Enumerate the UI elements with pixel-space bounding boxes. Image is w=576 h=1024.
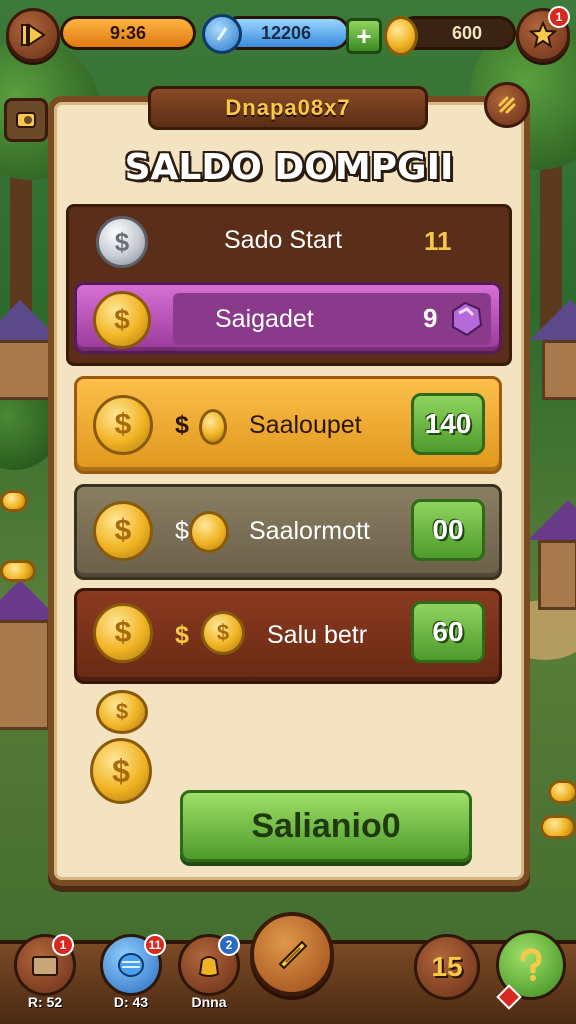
- energy-counter: 9:36: [60, 16, 196, 50]
- nav-label: R: 52: [27, 994, 63, 1010]
- row-value: 9: [423, 303, 438, 333]
- small-coin-icon: $: [201, 611, 245, 655]
- offer-row[interactable]: $ $ Saalormott 00: [74, 484, 502, 580]
- offer-price-symbol: $: [175, 517, 189, 545]
- play-icon: [21, 23, 46, 47]
- offer-value-button[interactable]: 60: [411, 601, 485, 663]
- question-icon: [520, 948, 542, 981]
- nav-badge: 1: [52, 934, 74, 956]
- nav-badge: 11: [144, 934, 166, 956]
- offer-row[interactable]: $ $ $ Salu betr 60: [74, 588, 502, 684]
- nav-label: Dnna: [191, 994, 227, 1010]
- nav-build-button[interactable]: [250, 912, 334, 996]
- gems-value: 12206: [260, 22, 312, 43]
- offer-value-button[interactable]: 00: [411, 499, 485, 561]
- blue-gem-icon: [118, 953, 144, 977]
- close-icon: [498, 96, 516, 114]
- pouch-icon: [198, 956, 220, 977]
- gold-coin-icon: $: [93, 501, 153, 561]
- coin-icon: [384, 16, 418, 56]
- offer-label: Saaloupet: [249, 411, 362, 439]
- offer-label: Saalormott: [249, 517, 370, 545]
- panel-title: SALDO DOMPGII: [124, 146, 454, 188]
- scroll-icon: [278, 940, 308, 970]
- close-button[interactable]: [484, 82, 530, 128]
- energy-value: 9:36: [109, 22, 147, 43]
- play-button[interactable]: [6, 8, 60, 62]
- add-gems-button[interactable]: +: [346, 18, 382, 54]
- offer-price-symbol: $: [175, 621, 189, 649]
- gold-coin-icon: $: [90, 738, 152, 804]
- purple-gem-icon: [452, 301, 483, 337]
- notification-badge: 1: [548, 6, 570, 28]
- chest-icon: [32, 956, 58, 976]
- scroll-icon: [16, 112, 36, 128]
- offer-row[interactable]: $ $ Saaloupet 140: [74, 376, 502, 474]
- offer-price-symbol: $: [175, 411, 189, 439]
- gem-icon: [202, 14, 242, 54]
- row-value: 11: [424, 226, 452, 256]
- panel-header-tab: Dnapa08x7: [148, 86, 428, 130]
- nav-level[interactable]: 15: [414, 934, 480, 1000]
- offer-label: Salu betr: [267, 621, 368, 649]
- gold-coin-icon: $: [93, 395, 153, 455]
- small-coin-icon: [189, 511, 229, 553]
- coin-stack-icon: $: [96, 690, 148, 734]
- nav-badge: 2: [218, 934, 240, 956]
- level-value: 15: [431, 951, 463, 982]
- balance-row-start: $ Sado Start 11: [78, 212, 500, 274]
- row-label: Saigadet: [215, 305, 314, 333]
- gold-coin-icon: $: [93, 291, 151, 349]
- offer-value-button[interactable]: 140: [411, 393, 485, 455]
- balance-row-saved: $ Saigadet 9: [74, 282, 502, 354]
- nav-label: D: 43: [113, 994, 149, 1010]
- silver-coin-icon: $: [96, 216, 148, 268]
- gold-coin-icon: $: [93, 603, 153, 663]
- top-hud: 9:36 12206 + 600 1: [0, 6, 576, 62]
- confirm-button[interactable]: Salianio0: [180, 790, 472, 862]
- menu-button[interactable]: [4, 98, 48, 142]
- coins-value: 600: [451, 22, 483, 43]
- small-coin-icon: [199, 409, 227, 445]
- row-label: Sado Start: [224, 226, 343, 254]
